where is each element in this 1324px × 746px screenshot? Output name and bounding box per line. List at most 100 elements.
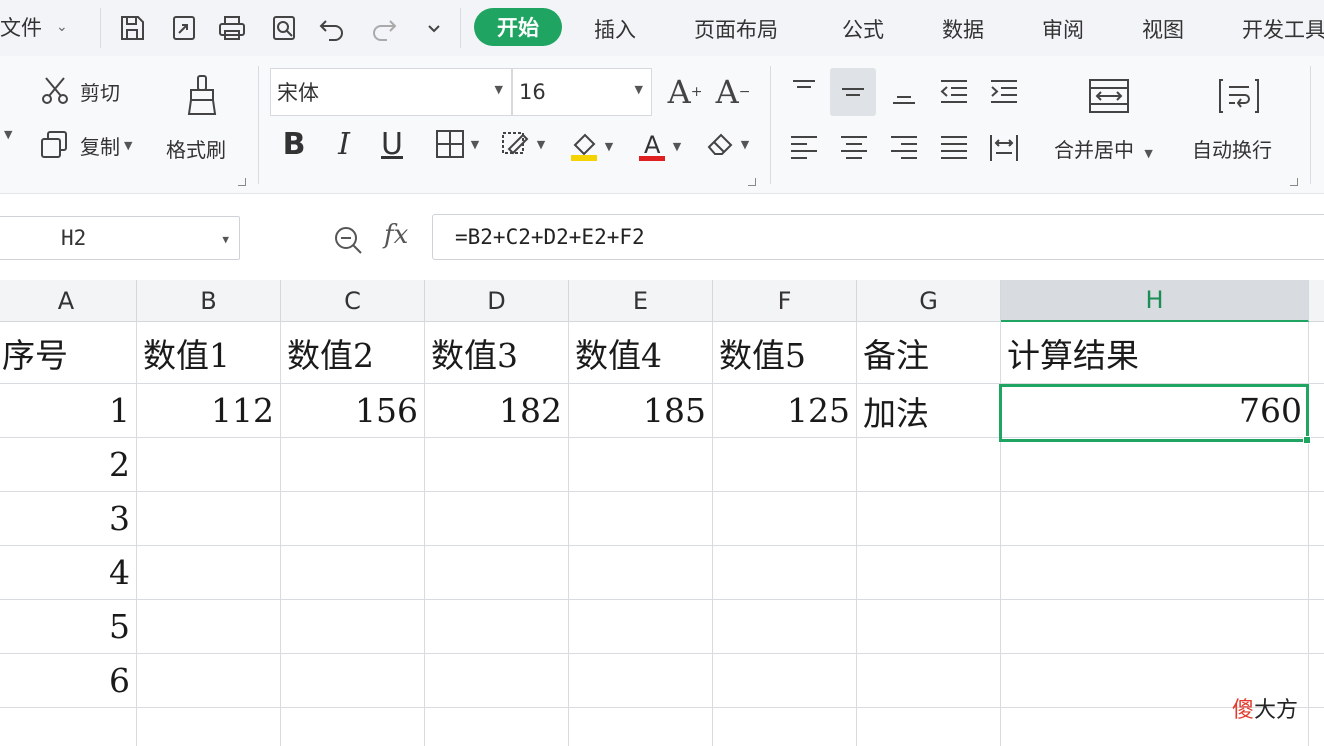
cell-e2[interactable]: 185	[569, 384, 713, 438]
formula-input[interactable]: =B2+C2+D2+E2+F2	[432, 214, 1324, 260]
font-color-icon[interactable]: A ▼	[630, 124, 686, 168]
cut-button[interactable]: 剪切	[38, 74, 120, 108]
cell-a5[interactable]: 4	[0, 546, 137, 600]
tab-review[interactable]: 审阅	[1042, 14, 1084, 44]
print-preview-icon[interactable]	[266, 10, 302, 46]
fill-color-icon[interactable]: ▼	[560, 124, 620, 168]
paste-dropdown[interactable]: ▼	[0, 128, 12, 141]
cell-f7[interactable]	[713, 654, 857, 708]
align-middle-icon[interactable]	[830, 68, 876, 116]
distributed-align-icon[interactable]	[984, 126, 1024, 170]
cell-overflow[interactable]	[1309, 600, 1324, 654]
tab-insert[interactable]: 插入	[594, 14, 636, 44]
cell-c7[interactable]	[281, 654, 425, 708]
cell-g2[interactable]: 加法	[857, 384, 1001, 438]
tab-formulas[interactable]: 公式	[842, 14, 884, 44]
increase-font-size-icon[interactable]: A +	[664, 72, 706, 112]
cell-e7[interactable]	[569, 654, 713, 708]
cell-h1[interactable]: 计算结果	[1001, 322, 1309, 384]
format-painter-button[interactable]: 格式刷	[166, 134, 226, 163]
cell-a1[interactable]: 序号	[0, 322, 137, 384]
cell-b8[interactable]	[137, 708, 281, 746]
align-top-icon[interactable]	[784, 70, 824, 114]
paintbrush-icon[interactable]	[182, 70, 222, 122]
cell-f3[interactable]	[713, 438, 857, 492]
cell-a3[interactable]: 2	[0, 438, 137, 492]
cell-h5[interactable]	[1001, 546, 1309, 600]
cell-overflow[interactable]	[1309, 654, 1324, 708]
decrease-font-size-icon[interactable]: A −	[712, 72, 754, 112]
decrease-indent-icon[interactable]	[934, 70, 974, 114]
cell-e1[interactable]: 数值4	[569, 322, 713, 384]
cell-e8[interactable]	[569, 708, 713, 746]
cell-d2[interactable]: 182	[425, 384, 569, 438]
wrap-text-button[interactable]: 自动换行	[1192, 134, 1272, 163]
cell-h4[interactable]	[1001, 492, 1309, 546]
column-header-overflow[interactable]	[1309, 280, 1324, 322]
font-size-select[interactable]: 16 ▼	[512, 68, 652, 116]
file-menu[interactable]: 文件 ⌄	[0, 12, 68, 42]
cell-h3[interactable]	[1001, 438, 1309, 492]
cell-a7[interactable]: 6	[0, 654, 137, 708]
cell-f4[interactable]	[713, 492, 857, 546]
italic-icon[interactable]: I	[324, 124, 364, 164]
eraser-icon[interactable]: ▼	[698, 124, 754, 164]
column-header-b[interactable]: B	[137, 280, 281, 322]
cell-f8[interactable]	[713, 708, 857, 746]
cell-overflow[interactable]	[1309, 492, 1324, 546]
cell-g3[interactable]	[857, 438, 1001, 492]
cell-overflow[interactable]	[1309, 322, 1324, 384]
cell-a6[interactable]: 5	[0, 600, 137, 654]
bold-icon[interactable]: B	[274, 124, 314, 164]
function-icon[interactable]: fx	[384, 220, 408, 250]
cell-h2[interactable]: 760	[1001, 384, 1309, 438]
tab-view[interactable]: 视图	[1142, 14, 1184, 44]
cell-f1[interactable]: 数值5	[713, 322, 857, 384]
cell-e5[interactable]	[569, 546, 713, 600]
column-header-d[interactable]: D	[425, 280, 569, 322]
dialog-launcher-icon[interactable]	[238, 178, 246, 186]
tab-home[interactable]: 开始	[474, 8, 562, 46]
save-icon[interactable]	[114, 10, 150, 46]
cell-b4[interactable]	[137, 492, 281, 546]
cell-b1[interactable]: 数值1	[137, 322, 281, 384]
cell-c1[interactable]: 数值2	[281, 322, 425, 384]
dialog-launcher-icon[interactable]	[1290, 178, 1298, 186]
cell-overflow[interactable]	[1309, 546, 1324, 600]
copy-button[interactable]: 复制 ▼	[38, 128, 132, 162]
cell-d1[interactable]: 数值3	[425, 322, 569, 384]
cell-g1[interactable]: 备注	[857, 322, 1001, 384]
dialog-launcher-icon[interactable]	[748, 178, 756, 186]
cell-e4[interactable]	[569, 492, 713, 546]
cell-d6[interactable]	[425, 600, 569, 654]
cell-c4[interactable]	[281, 492, 425, 546]
cell-overflow[interactable]	[1309, 438, 1324, 492]
cell-g4[interactable]	[857, 492, 1001, 546]
cell-c8[interactable]	[281, 708, 425, 746]
cell-b5[interactable]	[137, 546, 281, 600]
borders-icon[interactable]: ▼	[424, 124, 488, 164]
cell-d3[interactable]	[425, 438, 569, 492]
cell-g8[interactable]	[857, 708, 1001, 746]
cell-b6[interactable]	[137, 600, 281, 654]
cell-c3[interactable]	[281, 438, 425, 492]
cell-c5[interactable]	[281, 546, 425, 600]
cell-b3[interactable]	[137, 438, 281, 492]
font-name-select[interactable]: 宋体 ▼	[270, 68, 512, 116]
cell-b2[interactable]: 112	[137, 384, 281, 438]
column-header-c[interactable]: C	[281, 280, 425, 322]
print-icon[interactable]	[214, 10, 250, 46]
customize-icon[interactable]	[416, 10, 452, 46]
cell-g5[interactable]	[857, 546, 1001, 600]
tab-data[interactable]: 数据	[942, 14, 984, 44]
cell-b7[interactable]	[137, 654, 281, 708]
underline-icon[interactable]: U	[372, 124, 412, 164]
merge-cells-icon[interactable]	[1084, 74, 1134, 118]
export-icon[interactable]	[166, 10, 202, 46]
cell-e6[interactable]	[569, 600, 713, 654]
column-header-f[interactable]: F	[713, 280, 857, 322]
column-header-a[interactable]: A	[0, 280, 137, 322]
cell-f2[interactable]: 125	[713, 384, 857, 438]
align-bottom-icon[interactable]	[884, 70, 924, 114]
merge-center-button[interactable]: 合并居中 ▼	[1054, 134, 1153, 163]
